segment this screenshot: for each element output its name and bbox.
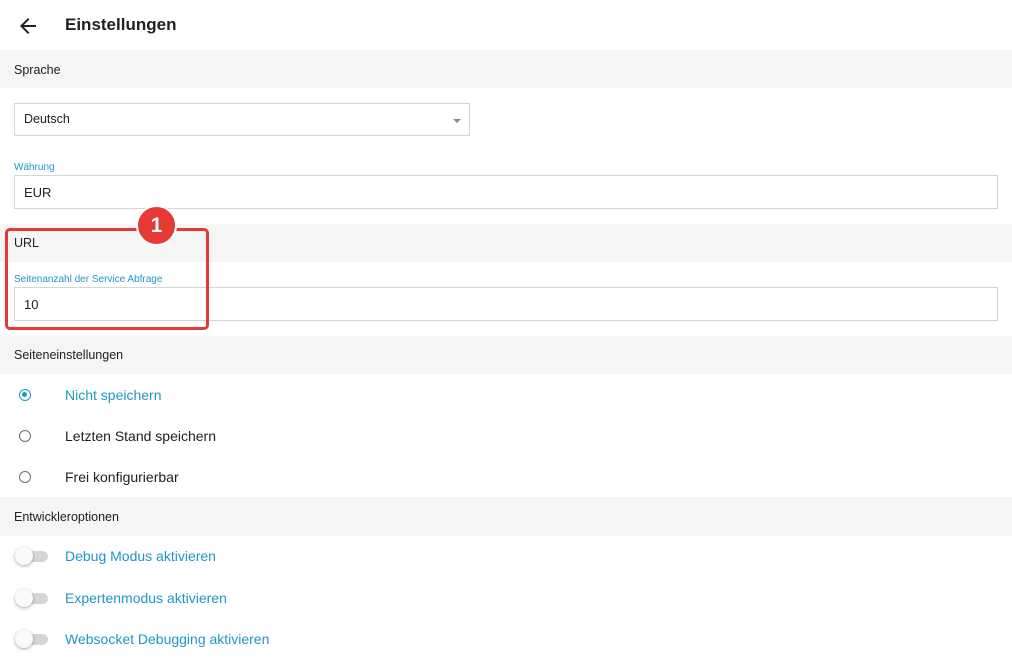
radio-button-checked[interactable] xyxy=(19,389,31,401)
radio-button[interactable] xyxy=(19,471,31,483)
section-header-page-settings: Seiteneinstellungen xyxy=(0,336,1012,374)
toggle-thumb[interactable] xyxy=(15,630,33,648)
annotation-badge: 1 xyxy=(136,205,177,246)
section-title-language: Sprache xyxy=(14,63,61,77)
radio-label: Frei konfigurierbar xyxy=(65,469,179,485)
radio-button[interactable] xyxy=(19,430,31,442)
radio-label: Nicht speichern xyxy=(65,387,162,403)
section-title-developer: Entwickleroptionen xyxy=(14,510,119,524)
currency-field-label: Währung xyxy=(14,162,55,173)
arrow-left-icon xyxy=(20,18,36,34)
language-select[interactable]: Deutsch xyxy=(14,103,470,136)
toggle-expert-mode[interactable]: Expertenmodus aktivieren xyxy=(0,579,1012,615)
toggle-thumb[interactable] xyxy=(15,589,33,607)
toggle-label: Expertenmodus aktivieren xyxy=(65,590,227,606)
toggle-label: Debug Modus aktivieren xyxy=(65,548,216,564)
toggle-websocket-debugging[interactable]: Websocket Debugging aktivieren xyxy=(0,620,1012,656)
toggle-debug-mode[interactable]: Debug Modus aktivieren xyxy=(0,537,1012,573)
app-header: Einstellungen xyxy=(0,0,1012,50)
currency-field-value: EUR xyxy=(24,185,52,200)
radio-option-nicht-speichern[interactable]: Nicht speichern xyxy=(0,377,1012,413)
page-title: Einstellungen xyxy=(65,15,177,34)
dropdown-caret-icon xyxy=(453,119,461,123)
radio-option-letzten-stand-speichern[interactable]: Letzten Stand speichern xyxy=(0,418,1012,454)
section-title-page-settings: Seiteneinstellungen xyxy=(14,348,124,362)
radio-option-frei-konfigurierbar[interactable]: Frei konfigurierbar xyxy=(0,459,1012,495)
settings-page: Einstellungen Sprache Deutsch Währung EU… xyxy=(0,0,1012,664)
language-select-value: Deutsch xyxy=(24,112,70,126)
currency-field[interactable]: EUR xyxy=(14,175,998,209)
toggle-label: Websocket Debugging aktivieren xyxy=(65,631,270,647)
annotation-highlight-box xyxy=(5,228,209,330)
back-button[interactable] xyxy=(16,14,40,38)
section-header-developer: Entwickleroptionen xyxy=(0,497,1012,536)
radio-label: Letzten Stand speichern xyxy=(65,428,216,444)
section-header-language: Sprache xyxy=(0,50,1012,88)
toggle-thumb[interactable] xyxy=(15,547,33,565)
